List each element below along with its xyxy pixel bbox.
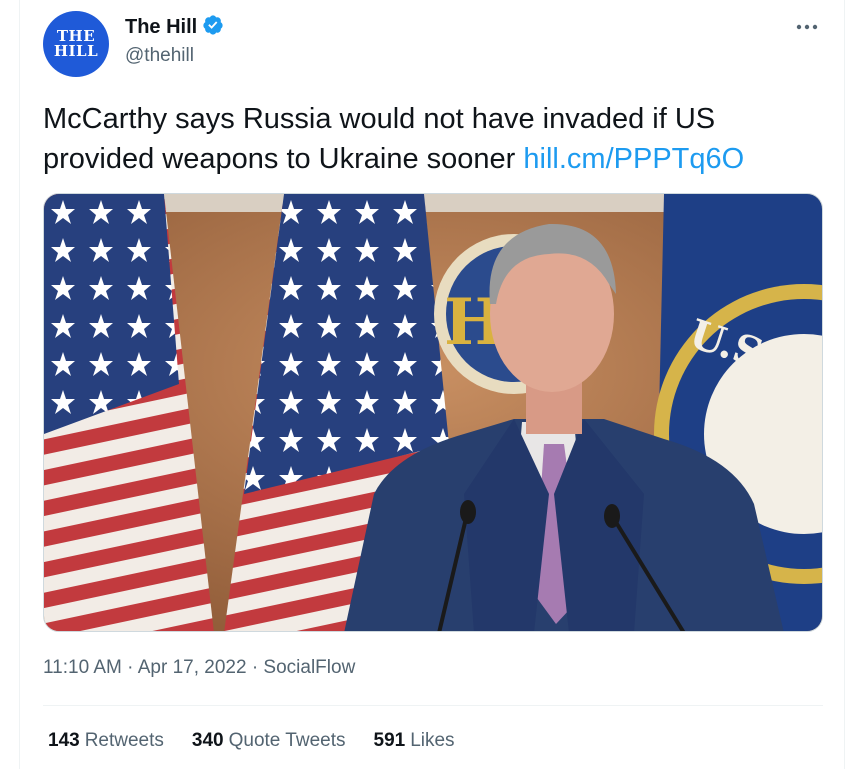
tweet-text: McCarthy says Russia would not have inva…	[43, 99, 833, 179]
avatar-text-line2: HILL	[53, 42, 99, 60]
quote-tweets-stat[interactable]: 340 Quote Tweets	[192, 730, 346, 752]
avatar[interactable]: THE HILL	[43, 11, 109, 77]
author-display-name[interactable]: The Hill	[125, 16, 197, 39]
retweets-stat[interactable]: 143 Retweets	[48, 730, 164, 752]
quote-tweets-count: 340	[191, 730, 224, 751]
quote-tweets-label: Quote Tweets	[228, 730, 346, 751]
likes-stat[interactable]: 591 Likes	[374, 730, 455, 752]
meta-separator: ·	[127, 657, 134, 678]
tweet-time[interactable]: 11:10 AM	[43, 657, 122, 678]
retweets-label: Retweets	[84, 730, 164, 751]
likes-count: 591	[373, 730, 406, 751]
author-name-row: The Hill	[125, 14, 224, 41]
photo-illustration: H U.S. HO	[44, 194, 822, 631]
tweet-meta: 11:10 AM · Apr 17, 2022 · SocialFlow	[43, 657, 355, 679]
verified-badge-icon	[202, 14, 224, 41]
author-handle[interactable]: @thehill	[125, 45, 194, 67]
more-options-icon[interactable]	[792, 16, 822, 38]
meta-separator: ·	[251, 657, 259, 678]
tweet-date[interactable]: Apr 17, 2022	[138, 657, 247, 678]
retweets-count: 143	[48, 730, 80, 751]
likes-label: Likes	[410, 730, 455, 751]
tweet-source[interactable]: SocialFlow	[263, 657, 355, 678]
tweet-stats: 143 Retweets 340 Quote Tweets 591 Likes	[48, 730, 455, 752]
tweet-photo[interactable]: H U.S. HO	[43, 193, 823, 632]
tweet-link[interactable]: hill.cm/PPPTq6O	[523, 143, 744, 175]
divider	[43, 705, 823, 706]
